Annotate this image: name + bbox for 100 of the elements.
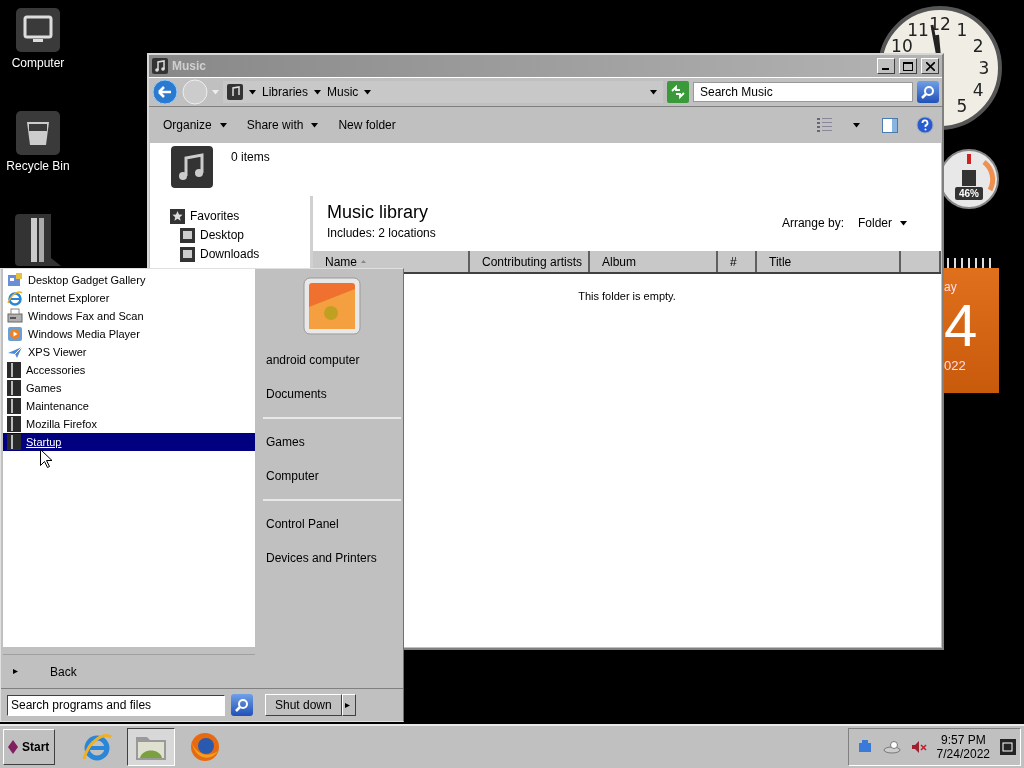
caret-icon (345, 702, 353, 708)
program-item[interactable]: Maintenance (3, 397, 255, 415)
program-item[interactable]: Games (3, 379, 255, 397)
maximize-icon (903, 61, 913, 71)
search-field[interactable]: Search programs and files (7, 694, 225, 716)
history-caret-icon (212, 89, 219, 95)
view-list-icon[interactable] (817, 118, 833, 132)
caret-icon (900, 220, 907, 226)
star-icon (170, 208, 185, 224)
desktop-icon (180, 227, 195, 243)
toolbar-button[interactable]: Organize (155, 114, 235, 136)
calendar-weekday: ay (944, 280, 958, 294)
close-button[interactable] (921, 58, 939, 74)
library-title: Music library (327, 202, 429, 223)
taskbar-app-button[interactable] (127, 728, 175, 766)
column-header[interactable]: Album (590, 251, 718, 272)
nav-heading[interactable]: Favorites (190, 209, 240, 223)
clock-numeral: 3 (978, 58, 990, 78)
start-place-item[interactable]: Documents (263, 377, 401, 411)
caret-icon (219, 122, 227, 128)
clock-numeral: 12 (929, 14, 951, 34)
start-logo-icon (8, 740, 18, 754)
library-includes[interactable]: Includes: 2 locations (327, 226, 782, 240)
caret-icon (311, 122, 319, 128)
nav-item[interactable]: Desktop (200, 228, 245, 242)
desktop-icon-label: Recycle Bin (6, 159, 70, 173)
clock-time[interactable]: 9:57 PM (940, 733, 986, 747)
calendar-day: 4 (944, 294, 999, 358)
clock-numeral: 4 (972, 80, 984, 100)
search-button[interactable] (231, 694, 253, 716)
gadget-gallery-icon (7, 272, 23, 288)
clock-numeral: 1 (956, 19, 968, 40)
clock-date[interactable]: 7/24/2022 (936, 747, 990, 761)
search-button[interactable] (917, 81, 939, 103)
caret-icon (364, 89, 372, 95)
desktop-icon-label: Computer (11, 56, 65, 70)
browser-icon (7, 290, 23, 306)
help-icon[interactable] (916, 116, 934, 134)
maximize-button[interactable] (899, 58, 917, 74)
start-place-item[interactable]: Devices and Printers (263, 541, 401, 575)
breadcrumb[interactable]: Libraries (262, 85, 309, 99)
program-item[interactable]: Startup (3, 433, 255, 451)
back-button[interactable]: Back (3, 654, 255, 688)
start-place-item[interactable]: Computer (263, 459, 401, 493)
close-icon (925, 61, 935, 71)
folder-icon (7, 362, 21, 378)
start-button[interactable]: Start (3, 729, 55, 765)
download-icon (180, 246, 195, 262)
address-bar[interactable]: Libraries Music (223, 81, 663, 103)
refresh-icon[interactable] (667, 81, 689, 103)
toolbar-button[interactable]: New folder (330, 114, 404, 136)
start-place-item[interactable]: android computer (263, 343, 401, 377)
recycle-bin-icon[interactable] (16, 111, 60, 155)
sort-arrow-icon (361, 260, 366, 263)
toolbar-button[interactable]: Share with (238, 114, 327, 136)
action-center-icon[interactable] (882, 740, 901, 754)
computer-icon[interactable] (16, 8, 60, 52)
folder-icon (7, 416, 21, 432)
address-dropdown-icon (650, 89, 657, 95)
program-item[interactable]: Desktop Gadget Gallery (3, 271, 255, 289)
view-caret-icon (853, 122, 860, 128)
browser-icon (81, 731, 113, 763)
show-desktop-icon[interactable] (1000, 739, 1016, 755)
program-item[interactable]: Mozilla Firefox (3, 415, 255, 433)
column-header[interactable]: # (718, 251, 757, 272)
clock-numeral: 5 (956, 96, 968, 117)
column-header[interactable]: Title (757, 251, 901, 272)
folder-icon (7, 398, 21, 414)
breadcrumb[interactable]: Music (327, 85, 359, 99)
volume-muted-icon[interactable] (910, 740, 927, 754)
arrange-label: Arrange by: (781, 216, 844, 230)
item-count: 0 items (231, 150, 270, 164)
column-header[interactable]: Contributing artists (470, 251, 590, 272)
program-item[interactable]: Accessories (3, 361, 255, 379)
folder-icon (7, 380, 21, 396)
program-item[interactable]: Internet Explorer (3, 289, 255, 307)
program-item[interactable]: Windows Media Player (3, 325, 255, 343)
media-player-icon (7, 326, 23, 342)
search-field[interactable]: Search Music (693, 82, 913, 102)
clock-numeral: 2 (972, 36, 984, 56)
folder-icon (7, 434, 21, 450)
caret-icon (249, 89, 256, 95)
start-place-item[interactable]: Control Panel (263, 507, 401, 541)
folder-icon[interactable] (15, 214, 61, 266)
back-arrow-icon (13, 669, 20, 674)
cpu-reading: 46% (959, 188, 979, 199)
caret-icon (314, 89, 322, 95)
preview-pane-icon[interactable] (882, 117, 898, 133)
empty-folder-message: This folder is empty. (578, 290, 676, 302)
minimize-button[interactable] (877, 58, 895, 74)
paper-plane-icon (7, 344, 23, 360)
start-place-item[interactable]: Games (263, 425, 401, 459)
program-item[interactable]: Windows Fax and Scan (3, 307, 255, 325)
search-icon (921, 85, 935, 99)
shut-down-button[interactable]: Shut down (265, 694, 342, 716)
calendar-year: 022 (944, 358, 967, 373)
nav-item[interactable]: Downloads (200, 247, 260, 261)
arrange-dropdown[interactable]: Folder (858, 216, 907, 230)
mouse-pointer-icon (40, 449, 52, 468)
program-item[interactable]: XPS Viewer (3, 343, 255, 361)
